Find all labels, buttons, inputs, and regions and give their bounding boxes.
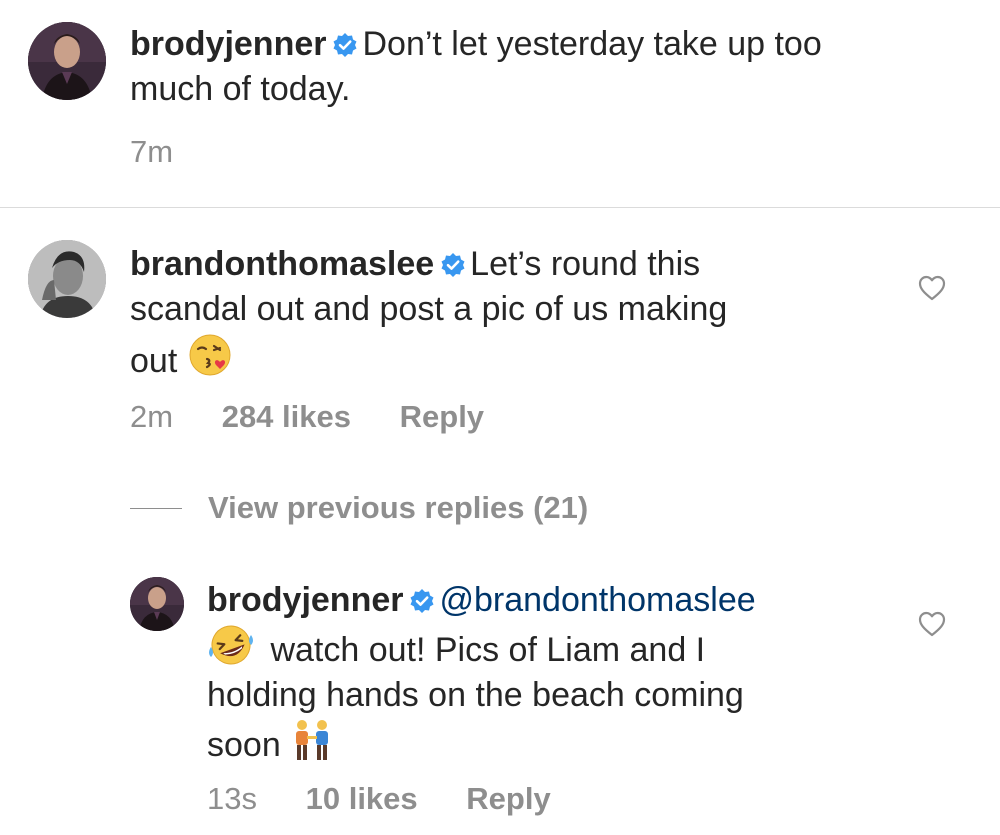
avatar[interactable] bbox=[130, 577, 184, 631]
caption-line-2: much of today. bbox=[130, 70, 351, 108]
reply-username[interactable]: brodyjenner bbox=[207, 581, 403, 619]
reply-likes-count[interactable]: 10 likes bbox=[306, 781, 418, 817]
reply-text: brodyjenner @brandonthomaslee watch out! … bbox=[207, 578, 907, 768]
avatar[interactable] bbox=[28, 240, 106, 318]
reply-timestamp: 13s bbox=[207, 781, 257, 816]
comment-timestamp: 2m bbox=[130, 399, 174, 434]
like-heart-icon[interactable] bbox=[918, 275, 946, 301]
replies-divider-line bbox=[130, 507, 182, 509]
reply-meta: 13s 10 likes Reply bbox=[207, 781, 551, 817]
laughing-emoji-icon bbox=[207, 623, 255, 667]
comments-thread: brodyjenner Don’t let yesterday take up t… bbox=[0, 0, 1000, 835]
comment-line-2: scandal out and post a pic of us making bbox=[130, 290, 728, 328]
verified-badge-icon bbox=[409, 588, 435, 614]
comment-line-1: Let’s round this bbox=[470, 245, 701, 283]
reply-reply-button[interactable]: Reply bbox=[466, 781, 550, 817]
reply-mention-link[interactable]: @brandonthomaslee bbox=[439, 581, 755, 619]
divider bbox=[0, 207, 1000, 208]
view-previous-replies-button[interactable]: View previous replies (21) bbox=[130, 488, 588, 528]
comment-meta: 2m 284 likes Reply bbox=[130, 399, 484, 435]
reply-line-2: watch out! Pics of Liam and I bbox=[270, 631, 706, 669]
view-previous-replies-label: View previous replies (21) bbox=[208, 490, 589, 525]
comment-username[interactable]: brandonthomaslee bbox=[130, 245, 434, 283]
comment-reply-button[interactable]: Reply bbox=[400, 399, 484, 435]
comment-text: brandonthomaslee Let’s round this scandal… bbox=[130, 242, 890, 384]
comment-line-3: out bbox=[130, 342, 178, 380]
comment-likes-count[interactable]: 284 likes bbox=[222, 399, 351, 435]
verified-badge-icon bbox=[440, 252, 466, 278]
reply-line-3: holding hands on the beach coming bbox=[207, 676, 744, 714]
caption-text: brodyjenner Don’t let yesterday take up t… bbox=[130, 22, 970, 112]
like-heart-icon[interactable] bbox=[918, 611, 946, 637]
verified-badge-icon bbox=[332, 32, 358, 58]
kissing-face-emoji-icon bbox=[187, 332, 233, 378]
caption-username[interactable]: brodyjenner bbox=[130, 25, 326, 63]
two-men-holding-hands-emoji-icon bbox=[290, 718, 334, 762]
reply-line-4: soon bbox=[207, 726, 281, 764]
caption-timestamp: 7m bbox=[130, 134, 174, 169]
caption-line-1: Don’t let yesterday take up too bbox=[362, 25, 822, 63]
caption-meta: 7m bbox=[130, 134, 173, 170]
avatar[interactable] bbox=[28, 22, 106, 100]
